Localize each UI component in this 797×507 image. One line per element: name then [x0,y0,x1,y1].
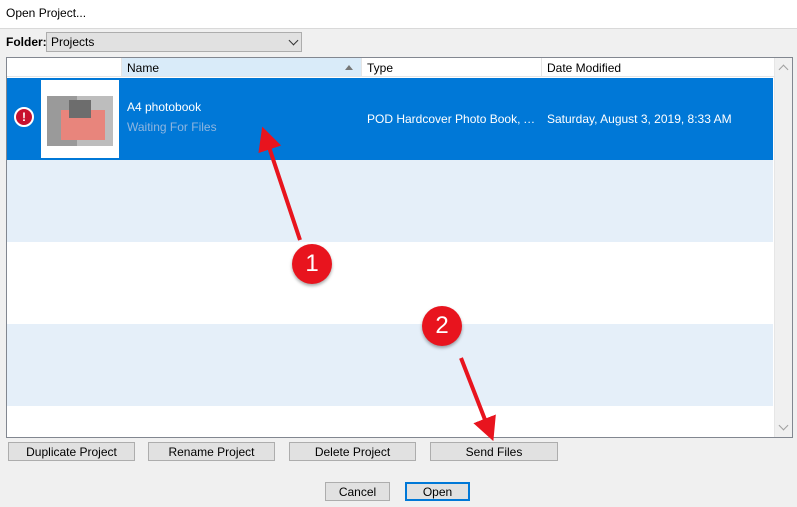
project-thumbnail [41,80,119,158]
folder-label: Folder: [6,35,47,49]
project-name: A4 photobook [127,100,202,114]
project-list[interactable]: Name Type Date Modified ! A4 photobook W… [6,57,793,438]
annotation-badge-1: 1 [292,244,332,284]
empty-row [7,242,773,324]
window-title: Open Project... [6,6,87,20]
project-type: POD Hardcover Photo Book, A... [367,112,539,126]
duplicate-project-button[interactable]: Duplicate Project [8,442,135,461]
project-date: Saturday, August 3, 2019, 8:33 AM [547,112,732,126]
column-header-name[interactable]: Name [122,58,362,77]
scroll-up-icon[interactable] [778,64,789,75]
column-thumbnail [7,58,122,77]
empty-row [7,324,773,406]
column-header-name-label: Name [127,61,160,75]
folder-dropdown-value: Projects [51,35,95,49]
open-button[interactable]: Open [405,482,470,501]
chevron-down-icon [288,35,299,46]
scroll-down-icon[interactable] [778,420,789,431]
annotation-badge-2: 2 [422,306,462,346]
column-header-type[interactable]: Type [362,58,542,77]
warning-icon: ! [14,107,34,127]
rename-project-button[interactable]: Rename Project [148,442,275,461]
column-header-type-label: Type [367,61,394,75]
column-header-date[interactable]: Date Modified [542,58,775,77]
title-bar: Open Project... [0,0,797,29]
list-header: Name Type Date Modified [7,58,775,78]
sort-ascending-icon [345,65,353,70]
send-files-button[interactable]: Send Files [430,442,558,461]
vertical-scrollbar[interactable] [774,58,792,437]
folder-dropdown[interactable]: Projects [46,32,302,52]
cancel-button[interactable]: Cancel [325,482,390,501]
delete-project-button[interactable]: Delete Project [289,442,416,461]
empty-row [7,160,773,242]
project-row[interactable]: ! A4 photobook Waiting For Files POD Har… [7,78,773,160]
column-header-date-label: Date Modified [547,61,622,75]
project-status: Waiting For Files [127,120,217,134]
